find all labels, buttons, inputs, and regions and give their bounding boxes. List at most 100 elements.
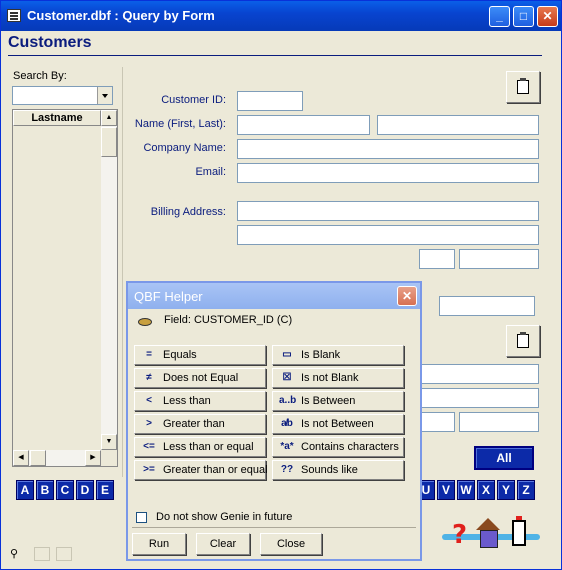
close-button[interactable]: ✕ (537, 6, 558, 27)
status-box-2 (56, 547, 72, 561)
title-bar[interactable]: Customer.dbf : Query by Form _ □ ✕ (1, 1, 561, 31)
all-button[interactable]: All (474, 446, 534, 470)
scroll-up-icon[interactable]: ▲ (101, 110, 117, 126)
maximize-button[interactable]: □ (513, 6, 534, 27)
minimize-button[interactable]: _ (489, 6, 510, 27)
letter-v-button[interactable]: V (437, 480, 455, 500)
letter-a-button[interactable]: A (16, 480, 34, 500)
do-not-show-genie-label[interactable]: Do not show Genie in future (156, 511, 292, 523)
shipping-state-field[interactable] (419, 412, 455, 432)
dialog-divider (132, 527, 416, 528)
greater-than-or-equal-button[interactable]: >= Greater than or equal (134, 460, 268, 480)
genie-lamp-icon (136, 315, 152, 327)
is-blank-button[interactable]: ▭ Is Blank (272, 345, 404, 365)
billing-state-field[interactable] (419, 249, 455, 269)
equals-label: Equals (163, 349, 197, 361)
list-horizontal-scrollbar[interactable]: ◀ ▶ (13, 450, 101, 466)
extra-field[interactable] (439, 296, 535, 316)
lastname-column-header[interactable]: Lastname (13, 110, 101, 126)
between-icon: a..b (279, 395, 297, 406)
form-title: Customers (8, 34, 92, 51)
is-between-button[interactable]: a..b Is Between (272, 391, 404, 411)
less-than-or-equal-label: Less than or equal (163, 441, 254, 453)
scroll-left-icon[interactable]: ◀ (13, 450, 29, 466)
shipping-zip-field[interactable] (459, 412, 539, 432)
greater-than-button[interactable]: > Greater than (134, 414, 266, 434)
panel-divider (122, 67, 123, 477)
is-between-label: Is Between (301, 395, 356, 407)
title-divider (8, 55, 542, 56)
letter-z-button[interactable]: Z (517, 480, 535, 500)
qbf-title-bar[interactable]: QBF Helper ✕ (128, 283, 420, 309)
sounds-like-button[interactable]: ?? Sounds like (272, 460, 404, 480)
letter-w-button[interactable]: W (457, 480, 475, 500)
qbf-helper-dialog: QBF Helper ✕ Field: CUSTOMER_ID (C) = Eq… (126, 281, 422, 561)
shipping-address-line2[interactable] (419, 388, 539, 408)
letter-e-button[interactable]: E (96, 480, 114, 500)
less-equal-icon: <= (143, 441, 155, 452)
last-name-field[interactable] (377, 115, 539, 135)
billing-zip-field[interactable] (459, 249, 539, 269)
contains-characters-label: Contains characters (301, 441, 399, 453)
is-not-blank-label: Is not Blank (301, 372, 359, 384)
less-than-button[interactable]: < Less than (134, 391, 266, 411)
binoculars-icon[interactable]: ⚲ (10, 547, 26, 561)
letter-y-button[interactable]: Y (497, 480, 515, 500)
first-name-field[interactable] (237, 115, 370, 135)
letter-d-button[interactable]: D (76, 480, 94, 500)
exit-door-icon[interactable] (512, 516, 526, 546)
contains-characters-button[interactable]: *a* Contains characters (272, 437, 404, 457)
scroll-right-icon[interactable]: ▶ (85, 450, 101, 466)
email-label: Email: (195, 166, 226, 178)
is-not-between-button[interactable]: a̸b Is not Between (272, 414, 404, 434)
query-by-form-window: Customer.dbf : Query by Form _ □ ✕ Custo… (0, 0, 562, 570)
form-area: Customers Search By: Lastname ▲ ▼ ◀ ▶ Cu… (4, 31, 559, 567)
run-button[interactable]: Run (132, 533, 186, 555)
letter-x-button[interactable]: X (477, 480, 495, 500)
scroll-down-icon[interactable]: ▼ (101, 434, 117, 450)
does-not-equal-button[interactable]: ≠ Does not Equal (134, 368, 266, 388)
less-than-or-equal-button[interactable]: <= Less than or equal (134, 437, 266, 457)
list-vertical-scrollbar[interactable]: ▲ ▼ (101, 110, 117, 450)
lastname-list[interactable]: Lastname ▲ ▼ ◀ ▶ (12, 109, 118, 467)
home-icon[interactable] (476, 518, 500, 548)
qbf-close-icon[interactable]: ✕ (397, 286, 417, 306)
help-icon[interactable]: ? (452, 520, 467, 550)
do-not-show-genie-checkbox[interactable] (136, 512, 147, 523)
shipping-address-line1[interactable] (419, 364, 539, 384)
search-by-dropdown[interactable] (12, 86, 113, 105)
hscroll-thumb[interactable] (30, 450, 46, 466)
is-not-between-label: Is not Between (301, 418, 374, 430)
email-field[interactable] (237, 163, 539, 183)
letter-b-button[interactable]: B (36, 480, 54, 500)
paste-button[interactable] (506, 71, 540, 103)
close-dialog-button[interactable]: Close (260, 533, 322, 555)
home-roof (476, 518, 500, 530)
scroll-thumb[interactable] (101, 127, 117, 157)
company-name-field[interactable] (237, 139, 539, 159)
clear-button[interactable]: Clear (196, 533, 250, 555)
less-than-label: Less than (163, 395, 211, 407)
is-blank-label: Is Blank (301, 349, 341, 361)
greater-than-or-equal-label: Greater than or equal (163, 464, 268, 476)
copy-button[interactable] (506, 325, 540, 357)
is-not-blank-button[interactable]: ☒ Is not Blank (272, 368, 404, 388)
customer-id-label: Customer ID: (161, 94, 226, 106)
letter-c-button[interactable]: C (56, 480, 74, 500)
home-body (480, 530, 498, 548)
greater-than-icon: > (146, 418, 152, 429)
sounds-like-label: Sounds like (301, 464, 358, 476)
qbf-title: QBF Helper (134, 289, 203, 304)
not-equal-icon: ≠ (146, 372, 152, 383)
contains-icon: *a* (280, 441, 294, 452)
less-than-icon: < (146, 395, 152, 406)
billing-address-label: Billing Address: (150, 206, 226, 218)
chevron-down-icon[interactable] (97, 87, 112, 104)
qbf-field-text: Field: CUSTOMER_ID (C) (164, 314, 293, 326)
app-icon (7, 9, 21, 22)
equals-button[interactable]: = Equals (134, 345, 266, 365)
billing-address-line1[interactable] (237, 201, 539, 221)
billing-address-line2[interactable] (237, 225, 539, 245)
customer-id-field[interactable] (237, 91, 303, 111)
blank-icon: ▭ (282, 349, 292, 360)
